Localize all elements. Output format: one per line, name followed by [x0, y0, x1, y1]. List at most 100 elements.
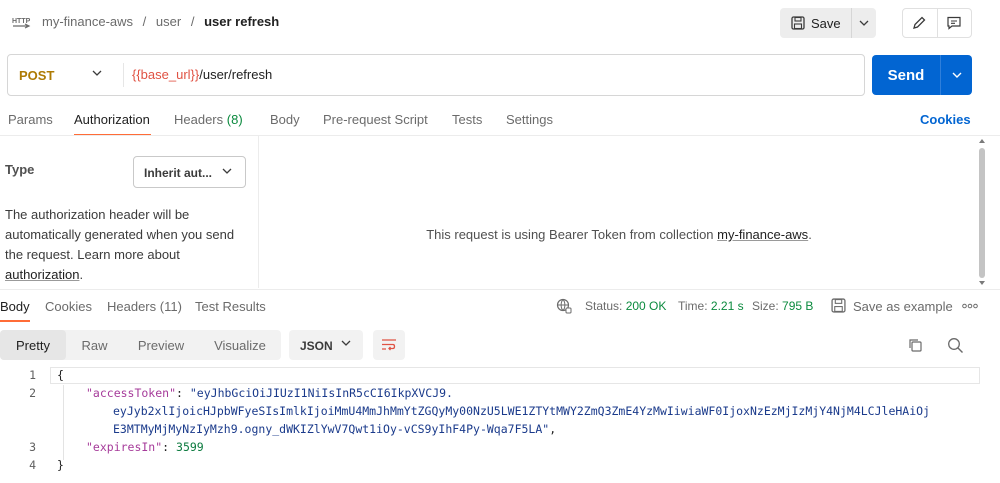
http-icon: HTTP	[11, 14, 31, 32]
bearer-message-prefix: This request is using Bearer Token from …	[426, 227, 714, 242]
response-tab-cookies[interactable]: Cookies	[45, 299, 92, 314]
tab-pre-request-script[interactable]: Pre-request Script	[323, 112, 428, 127]
tab-body[interactable]: Body	[270, 112, 300, 127]
json-key: "accessToken"	[86, 386, 177, 400]
save-icon	[791, 16, 805, 30]
method-select[interactable]: POST	[19, 68, 54, 83]
authorization-learn-more-link[interactable]: authorization	[5, 267, 79, 282]
json-brace: {	[57, 368, 64, 382]
status-value: 200 OK	[625, 299, 667, 313]
response-size[interactable]: Size: 795 B	[752, 299, 813, 313]
bearer-message-suffix: .	[808, 227, 812, 242]
time-value: 2.21 s	[710, 299, 744, 313]
tab-params[interactable]: Params	[8, 112, 53, 127]
tab-authorization[interactable]: Authorization	[74, 112, 150, 127]
scroll-up-arrow[interactable]	[978, 138, 986, 144]
response-time[interactable]: Time: 2.21 s	[678, 299, 744, 313]
auth-type-select[interactable]: Inherit aut...	[133, 156, 246, 188]
view-raw-button[interactable]: Raw	[66, 330, 123, 360]
send-options-button[interactable]	[941, 55, 972, 95]
save-button-group: Save	[780, 8, 876, 38]
auth-type-label: Type	[5, 162, 35, 177]
size-value: 795 B	[782, 299, 814, 313]
view-visualize-button[interactable]: Visualize	[199, 330, 281, 360]
scrollbar-thumb[interactable]	[979, 148, 985, 278]
view-mode-group: Pretty Raw Preview Visualize	[0, 330, 281, 360]
wrap-lines-icon	[381, 338, 397, 352]
collection-link[interactable]: my-finance-aws	[717, 227, 808, 242]
tab-settings[interactable]: Settings	[506, 112, 553, 127]
json-brace: }	[57, 458, 64, 472]
pencil-icon[interactable]	[911, 15, 927, 31]
response-tab-headers[interactable]: Headers (11)	[107, 299, 182, 314]
view-pretty-button[interactable]: Pretty	[0, 330, 66, 360]
chevron-down-icon	[952, 72, 962, 78]
indent-guide	[63, 385, 64, 460]
chevron-down-icon[interactable]	[92, 70, 102, 76]
code-line-wrapped[interactable]: eyJyb2xlIjoicHJpbWFyeSIsImlkIjoiMmU4MmJh…	[113, 404, 930, 418]
save-options-button[interactable]	[852, 8, 876, 38]
auth-help-body: The authorization header will be automat…	[5, 207, 235, 262]
json-string: eyJyb2xlIjoicHJpbWFyeSIsImlkIjoiMmU4MmJh…	[113, 404, 930, 418]
json-number: 3599	[176, 440, 204, 454]
auth-help-text: The authorization header will be automat…	[5, 205, 245, 285]
tab-headers[interactable]: Headers (8)	[174, 112, 243, 127]
send-button-group: Send	[872, 55, 972, 95]
json-string: "eyJhbGciOiJIUzI1NiIsInR5cCI6IkpXVCJ9.	[189, 386, 453, 400]
view-preview-button[interactable]: Preview	[123, 330, 199, 360]
save-as-example-button[interactable]: Save as example	[853, 299, 953, 314]
current-line-highlight	[50, 367, 980, 384]
response-status[interactable]: Status: 200 OK	[585, 299, 666, 313]
save-icon[interactable]	[831, 298, 846, 313]
time-label: Time:	[678, 299, 708, 313]
divider	[123, 63, 124, 87]
save-label: Save	[811, 15, 841, 31]
search-icon[interactable]	[947, 337, 964, 354]
code-line[interactable]: "accessToken": "eyJhbGciOiJIUzI1NiIsInR5…	[86, 386, 453, 400]
divider	[0, 135, 1000, 136]
wrap-lines-button[interactable]	[373, 330, 405, 360]
breadcrumb-collection[interactable]: my-finance-aws	[42, 14, 133, 29]
code-line[interactable]: }	[57, 458, 64, 472]
url-variable: {{base_url}}	[132, 67, 200, 82]
chevron-down-icon	[222, 168, 232, 174]
tab-headers-count: (8)	[226, 112, 243, 127]
line-number: 3	[29, 440, 36, 454]
auth-type-value: Inherit aut...	[144, 166, 213, 180]
tab-tests[interactable]: Tests	[452, 112, 482, 127]
divider	[258, 136, 259, 288]
breadcrumb-separator: /	[190, 14, 195, 29]
code-line[interactable]: "expiresIn": 3599	[86, 440, 204, 454]
code-line[interactable]: {	[57, 368, 64, 382]
send-button[interactable]: Send	[872, 55, 940, 95]
chevron-down-icon	[341, 340, 351, 346]
response-tab-test-results[interactable]: Test Results	[195, 299, 266, 314]
comment-icon[interactable]	[946, 15, 962, 31]
auth-help-end: .	[79, 267, 84, 282]
copy-icon[interactable]	[907, 337, 923, 353]
json-string: E3MTMyMjMyNzIyMzh9.ogny_dWKIZlYwV7Qwt1iO…	[113, 422, 550, 436]
status-label: Status:	[585, 299, 623, 313]
request-url-bar: POST {{base_url}}/user/refresh	[7, 54, 865, 96]
breadcrumb-folder[interactable]: user	[156, 14, 181, 29]
cookies-link[interactable]: Cookies	[920, 112, 971, 127]
code-line-wrapped[interactable]: E3MTMyMjMyNzIyMzh9.ogny_dWKIZlYwV7Qwt1iO…	[113, 422, 556, 436]
response-tab-body[interactable]: Body	[0, 299, 30, 314]
url-input[interactable]: {{base_url}}/user/refresh	[132, 67, 272, 82]
svg-text:HTTP: HTTP	[12, 18, 31, 25]
line-number: 4	[29, 458, 36, 472]
response-format-select[interactable]: JSON	[289, 330, 363, 360]
active-tab-indicator	[0, 320, 30, 322]
save-button[interactable]: Save	[780, 8, 852, 38]
size-label: Size:	[752, 299, 779, 313]
breadcrumb-separator: /	[142, 14, 147, 29]
breadcrumb-request-name[interactable]: user refresh	[204, 14, 279, 29]
globe-network-icon[interactable]	[556, 298, 572, 314]
breadcrumb: my-finance-aws / user / user refresh	[42, 14, 279, 29]
scroll-down-arrow[interactable]	[978, 280, 986, 286]
line-number: 2	[29, 386, 36, 400]
more-options-icon[interactable]	[962, 303, 978, 309]
tab-headers-label: Headers	[174, 112, 224, 127]
url-path: /user/refresh	[199, 67, 273, 82]
header-icon-group	[902, 8, 972, 38]
